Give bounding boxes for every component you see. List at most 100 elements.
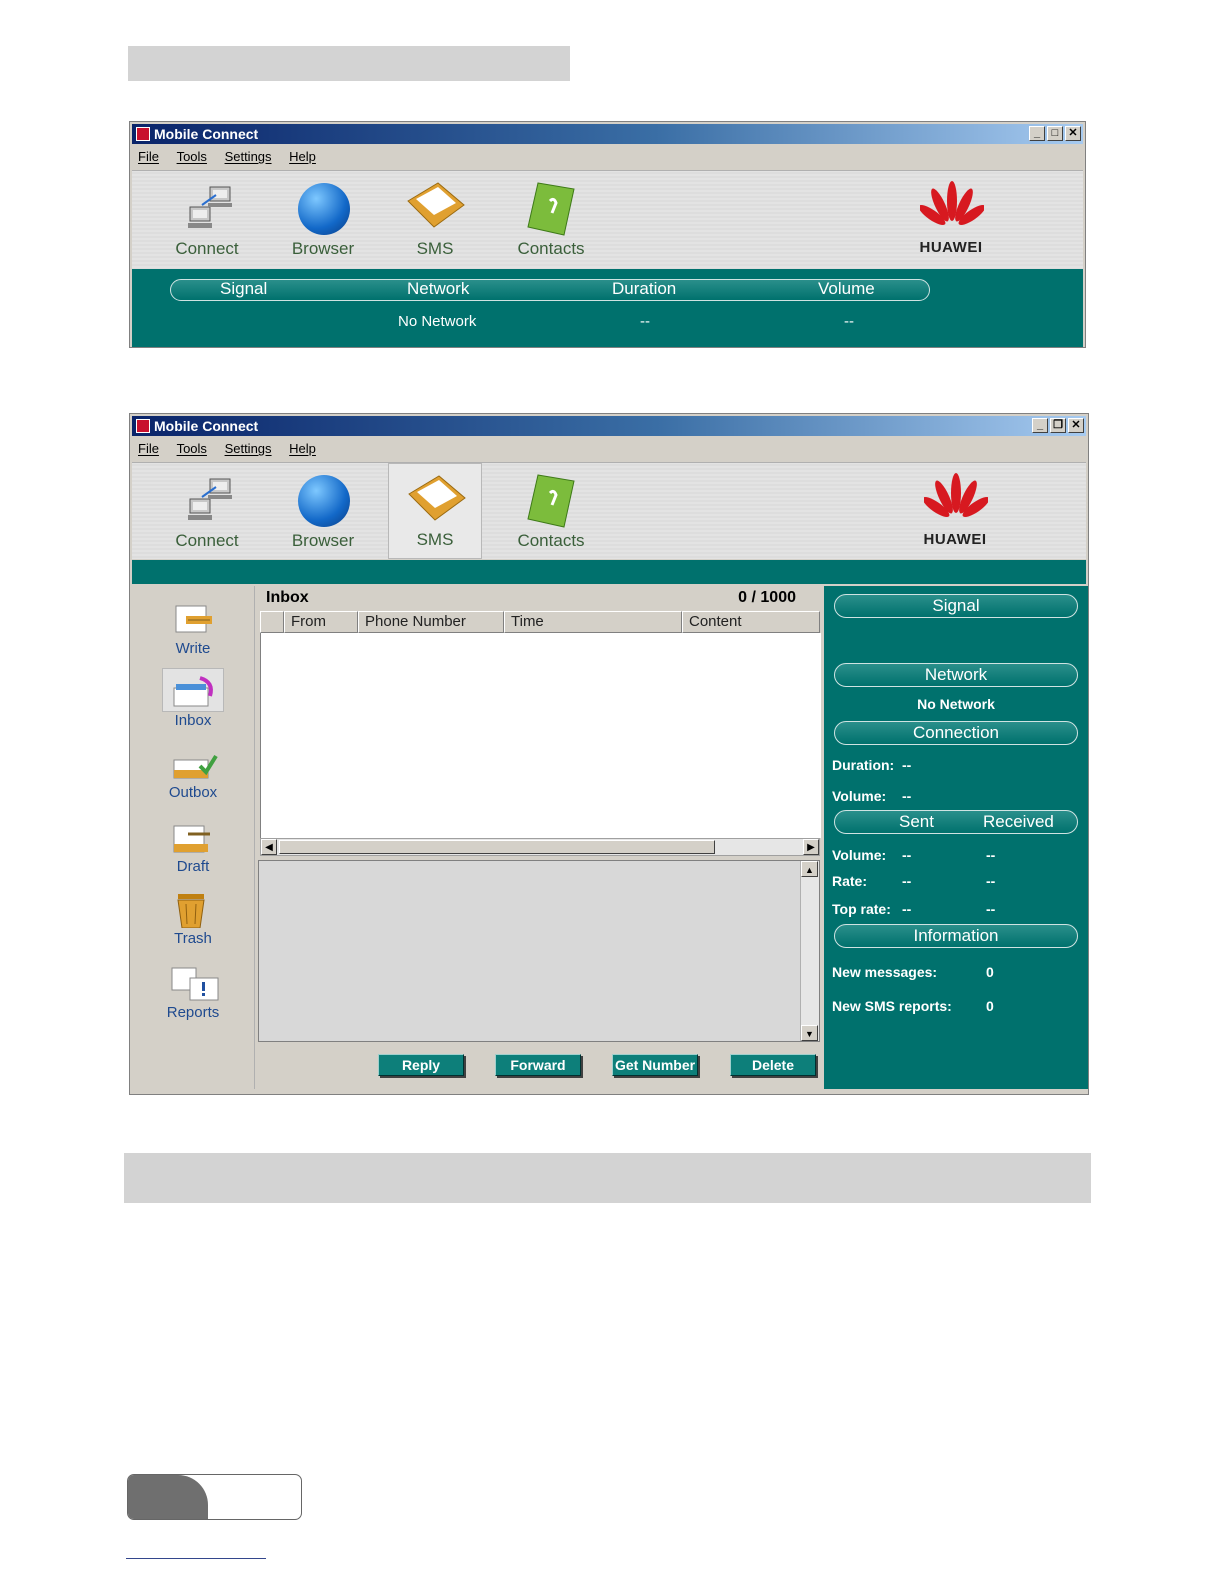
status-header-bar <box>170 279 930 301</box>
sent-volume-label: Volume: <box>832 847 887 863</box>
page-number-tab <box>127 1474 302 1520</box>
toolbar-browser[interactable]: Browser <box>276 171 370 267</box>
browser-globe-icon <box>298 475 350 527</box>
network-value: No Network <box>398 313 477 330</box>
menu-tools[interactable]: Tools <box>177 441 207 456</box>
column-content[interactable]: Content <box>682 611 820 633</box>
app-icon <box>136 419 150 433</box>
toolbar-browser-label: Browser <box>291 239 355 258</box>
folder-write[interactable]: Write <box>132 596 254 666</box>
folder-inbox[interactable]: Inbox <box>132 668 254 738</box>
huawei-logo: HUAWEI <box>906 181 996 261</box>
connect-icon <box>188 478 232 520</box>
sms-envelope-icon <box>408 475 466 521</box>
menu-settings[interactable]: Settings <box>225 441 272 456</box>
connection-heading: Connection <box>834 721 1078 745</box>
toolbar-connect-label: Connect <box>175 531 239 550</box>
teal-divider <box>132 560 1086 584</box>
toolbar-sms[interactable]: SMS <box>388 171 482 267</box>
menu-file[interactable]: File <box>138 149 159 164</box>
menu-settings[interactable]: Settings <box>225 149 272 164</box>
column-time[interactable]: Time <box>504 611 682 633</box>
close-button[interactable]: ✕ <box>1068 418 1084 433</box>
duration-value: -- <box>902 757 912 773</box>
folder-trash-label: Trash <box>174 930 212 947</box>
sms-folder-sidebar: Write Inbox Outbox Draft Trash Reports <box>132 586 255 1089</box>
window-title: Mobile Connect <box>154 126 259 142</box>
sent-top-rate-value: -- <box>902 901 912 917</box>
toolbar-connect[interactable]: Connect <box>160 171 254 267</box>
scroll-down-arrow-icon[interactable]: ▼ <box>801 1025 818 1041</box>
menu-help[interactable]: Help <box>289 441 316 456</box>
volume-value: -- <box>844 313 854 330</box>
contacts-book-icon <box>527 182 575 236</box>
inbox-icon <box>173 676 213 707</box>
menu-tools[interactable]: Tools <box>177 149 207 164</box>
scroll-up-arrow-icon[interactable]: ▲ <box>801 861 818 877</box>
sent-received-heading: Sent Received <box>834 810 1078 834</box>
signal-heading: Signal <box>834 594 1078 618</box>
huawei-logo: HUAWEI <box>910 473 1000 553</box>
close-button[interactable]: ✕ <box>1065 126 1081 141</box>
folder-title: Inbox <box>266 589 309 606</box>
duration-label: Duration: <box>832 757 895 773</box>
toolbar-contacts[interactable]: Contacts <box>504 463 598 559</box>
folder-trash[interactable]: Trash <box>132 886 254 956</box>
sent-heading: Sent <box>899 812 934 831</box>
toolbar-sms-label: SMS <box>416 530 454 549</box>
sms-envelope-icon <box>407 182 465 228</box>
toolbar-sms-label: SMS <box>416 239 454 258</box>
forward-button[interactable]: Forward <box>495 1054 581 1076</box>
status-panel: Signal Network Duration Volume No Networ… <box>132 269 1083 347</box>
outbox-icon <box>173 754 218 779</box>
toolbar-connect[interactable]: Connect <box>160 463 254 559</box>
write-icon <box>175 605 212 633</box>
section-gray-bar <box>124 1153 1091 1203</box>
column-phone-number[interactable]: Phone Number <box>358 611 504 633</box>
title-bar[interactable]: Mobile Connect _ □ ✕ <box>132 124 1083 144</box>
toolbar-sms[interactable]: SMS <box>388 463 482 559</box>
new-sms-reports-value: 0 <box>986 998 994 1014</box>
horizontal-scrollbar[interactable]: ◀ ▶ <box>260 838 820 856</box>
menu-bar: File Tools Settings Help <box>132 146 1083 168</box>
reply-button[interactable]: Reply <box>378 1054 464 1076</box>
message-preview-pane[interactable]: ▲ ▼ <box>258 860 820 1042</box>
huawei-brand-text: HUAWEI <box>923 531 987 548</box>
menu-help[interactable]: Help <box>289 149 316 164</box>
network-value: No Network <box>917 696 995 712</box>
column-from[interactable]: From <box>284 611 358 633</box>
folder-header: Inbox 0 / 1000 <box>260 587 820 609</box>
column-select[interactable] <box>260 611 284 633</box>
folder-write-label: Write <box>175 640 211 657</box>
reports-icon <box>171 967 219 1001</box>
minimize-button[interactable]: _ <box>1029 126 1045 141</box>
restore-button[interactable]: ❐ <box>1050 418 1066 433</box>
title-bar[interactable]: Mobile Connect _ ❐ ✕ <box>132 416 1086 436</box>
toolbar-browser[interactable]: Browser <box>276 463 370 559</box>
folder-reports[interactable]: Reports <box>132 960 254 1030</box>
trash-icon <box>177 894 205 928</box>
maximize-button[interactable]: □ <box>1047 126 1063 141</box>
folder-outbox[interactable]: Outbox <box>132 740 254 810</box>
toolbar-contacts[interactable]: Contacts <box>504 171 598 267</box>
vertical-scrollbar[interactable]: ▲ ▼ <box>800 861 819 1041</box>
message-list[interactable] <box>260 633 821 838</box>
menu-file[interactable]: File <box>138 441 159 456</box>
message-count: 0 / 1000 <box>738 589 796 606</box>
draft-icon <box>173 825 210 853</box>
connect-icon <box>188 186 232 228</box>
folder-draft[interactable]: Draft <box>132 814 254 884</box>
get-number-button[interactable]: Get Number <box>612 1054 698 1076</box>
minimize-button[interactable]: _ <box>1032 418 1048 433</box>
footer-rule <box>126 1558 266 1559</box>
sent-volume-value: -- <box>902 847 912 863</box>
scroll-right-arrow-icon[interactable]: ▶ <box>803 839 819 855</box>
scroll-thumb[interactable] <box>279 840 715 854</box>
new-sms-reports-label: New SMS reports: <box>832 998 952 1014</box>
folder-draft-label: Draft <box>176 858 210 875</box>
contacts-book-icon <box>527 474 575 528</box>
folder-outbox-label: Outbox <box>168 784 218 801</box>
delete-button[interactable]: Delete <box>730 1054 816 1076</box>
folder-reports-label: Reports <box>166 1004 220 1021</box>
scroll-left-arrow-icon[interactable]: ◀ <box>261 839 277 855</box>
